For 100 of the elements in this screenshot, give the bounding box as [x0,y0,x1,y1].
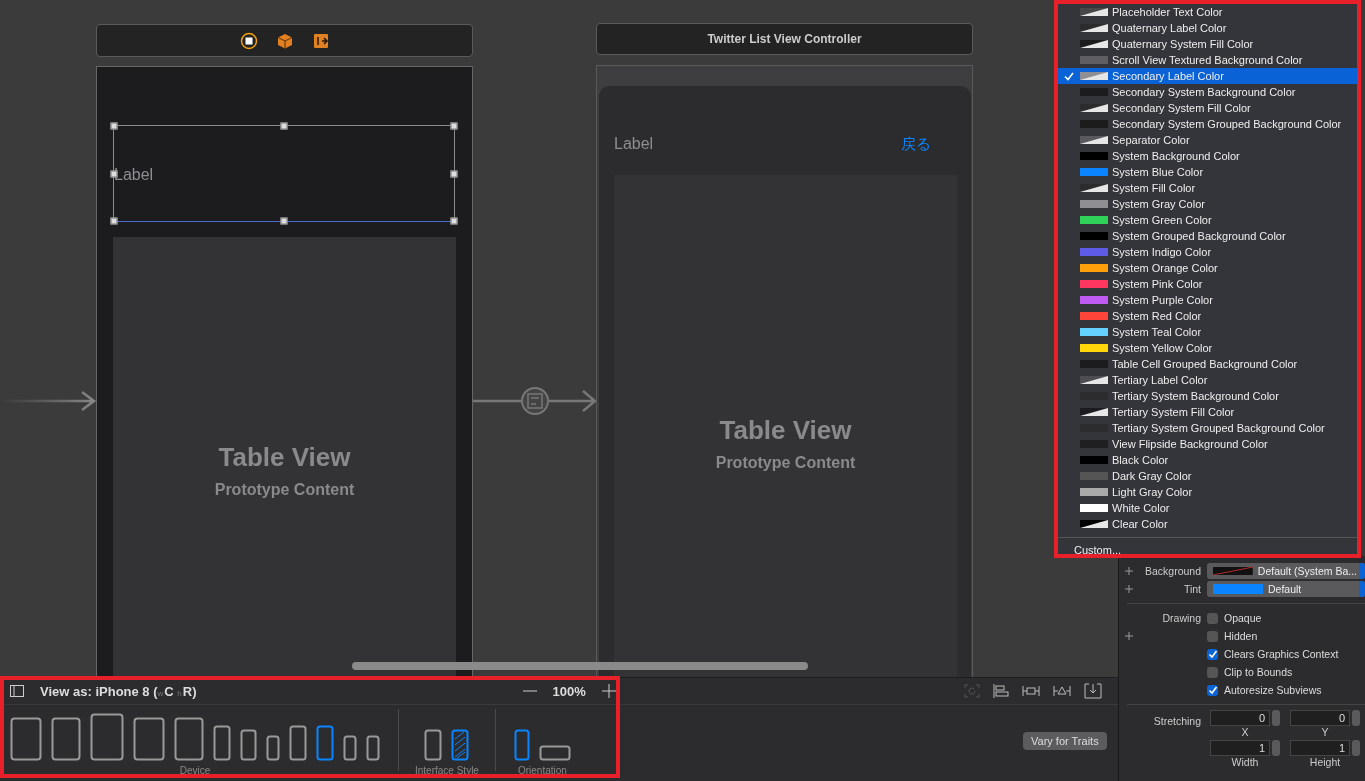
checkbox[interactable] [1207,648,1218,660]
menu-item[interactable]: System Red Color [1058,308,1357,324]
menu-item[interactable]: System Grouped Background Color [1058,228,1357,244]
checkbox[interactable] [1207,684,1218,696]
plus-icon[interactable] [1125,567,1133,575]
number-field[interactable]: 1 [1290,740,1350,756]
table-view-title: Table View [719,415,852,446]
resize-handle[interactable] [450,217,458,225]
embed-icon[interactable] [1084,683,1102,699]
menu-item[interactable]: Dark Gray Color [1058,468,1357,484]
tablet-icon[interactable] [90,713,124,761]
plus-icon[interactable] [1125,632,1133,640]
menu-item[interactable]: Black Color [1058,452,1357,468]
orientation-caption: Orientation [517,765,567,776]
number-field[interactable]: 0 [1210,710,1270,726]
resize-handle[interactable] [450,122,458,130]
resize-handle[interactable] [280,217,288,225]
field-caption: X [1241,726,1249,738]
phone-icon[interactable] [266,735,280,761]
checkbox[interactable] [1207,666,1218,678]
tablet-icon[interactable] [10,717,42,761]
menu-item[interactable]: System Background Color [1058,148,1357,164]
checkbox[interactable] [1207,630,1218,642]
menu-item[interactable]: System Pink Color [1058,276,1357,292]
menu-item[interactable]: Tertiary System Background Color [1058,388,1357,404]
menu-item[interactable]: Secondary System Background Color [1058,84,1357,100]
device-caption: Device [179,765,211,776]
menu-item[interactable]: System Green Color [1058,212,1357,228]
sidebar-toggle-icon[interactable] [10,685,24,697]
cube-icon[interactable] [275,31,294,50]
phone-icon[interactable] [213,725,231,761]
menu-item[interactable]: Secondary Label Color [1058,68,1357,84]
menu-item[interactable]: Light Gray Color [1058,484,1357,500]
menu-item[interactable]: System Yellow Color [1058,340,1357,356]
menu-item[interactable]: Quaternary Label Color [1058,20,1357,36]
phone-icon[interactable] [343,735,357,761]
view-controller-icon[interactable] [239,31,258,50]
property-label: Background [1143,565,1201,577]
property-label: Drawing [1161,612,1201,624]
menu-item[interactable]: Clear Color [1058,516,1357,532]
menu-item[interactable]: Tertiary System Fill Color [1058,404,1357,420]
vary-for-traits-button[interactable]: Vary for Traits [1023,732,1107,750]
back-button[interactable]: 戻る [901,135,931,175]
menu-item[interactable]: Separator Color [1058,132,1357,148]
property-label: Tint [1182,583,1201,595]
menu-item[interactable]: System Teal Color [1058,324,1357,340]
phone-icon[interactable] [316,725,334,761]
tablet-icon[interactable] [51,717,81,761]
table-view-title: Table View [218,442,351,473]
menu-item[interactable]: System Purple Color [1058,292,1357,308]
field-caption: Height [1309,756,1341,768]
phone-icon[interactable] [289,725,307,761]
menu-item[interactable]: Placeholder Text Color [1058,4,1357,20]
checkbox[interactable] [1207,612,1218,624]
menu-item[interactable]: Secondary System Grouped Background Color [1058,116,1357,132]
checkbox-label: Hidden [1224,630,1258,642]
pin-icon[interactable] [1022,684,1040,698]
menu-item[interactable]: Quaternary System Fill Color [1058,36,1357,52]
number-field[interactable]: 0 [1290,710,1350,726]
menu-item[interactable]: System Blue Color [1058,164,1357,180]
resize-handle[interactable] [280,122,288,130]
menu-item[interactable]: Secondary System Fill Color [1058,100,1357,116]
color-popup[interactable]: Default (System Ba... [1207,563,1365,579]
menu-item[interactable]: System Fill Color [1058,180,1357,196]
hatched-phone-icon[interactable] [451,729,470,761]
align-icon[interactable] [993,684,1009,698]
portrait-phone-icon[interactable] [513,729,530,761]
menu-item[interactable]: System Gray Color [1058,196,1357,212]
menu-item[interactable]: Tertiary System Grouped Background Color [1058,420,1357,436]
exit-icon[interactable] [311,31,330,50]
resize-handle[interactable] [450,170,458,177]
table-view-subtitle: Prototype Content [214,481,355,499]
number-field[interactable]: 1 [1210,740,1270,756]
resize-handle[interactable] [110,217,118,225]
phone-icon[interactable] [240,729,257,761]
menu-item[interactable]: System Orange Color [1058,260,1357,276]
zoom-level: 100% [552,683,586,699]
menu-item[interactable]: White Color [1058,500,1357,516]
menu-item[interactable]: Tertiary Label Color [1058,372,1357,388]
checkbox-label: Clears Graphics Context [1224,648,1339,660]
menu-item[interactable]: Table Cell Grouped Background Color [1058,356,1357,372]
zoom-in-icon[interactable] [601,684,616,698]
checkbox-label: Opaque [1224,612,1262,624]
interface-style-caption: Interface Style [415,765,479,776]
color-popup[interactable]: Default [1207,581,1365,597]
resolve-icon[interactable] [1053,684,1071,698]
tablet-icon[interactable] [133,717,165,761]
menu-item[interactable]: View Flipside Background Color [1058,436,1357,452]
landscape-phone-icon[interactable] [538,745,571,761]
phone-icon[interactable] [366,735,380,761]
field-caption: Width [1231,756,1259,768]
tablet-icon[interactable] [174,717,204,761]
menu-item[interactable]: Custom... [1058,542,1357,558]
resize-handle[interactable] [110,122,118,130]
property-label: Stretching [1152,715,1201,729]
menu-item[interactable]: System Indigo Color [1058,244,1357,260]
phone-icon[interactable] [424,729,443,761]
menu-item[interactable]: Scroll View Textured Background Color [1058,52,1357,68]
scrollbar-thumb[interactable] [352,662,808,670]
plus-icon[interactable] [1125,585,1133,593]
